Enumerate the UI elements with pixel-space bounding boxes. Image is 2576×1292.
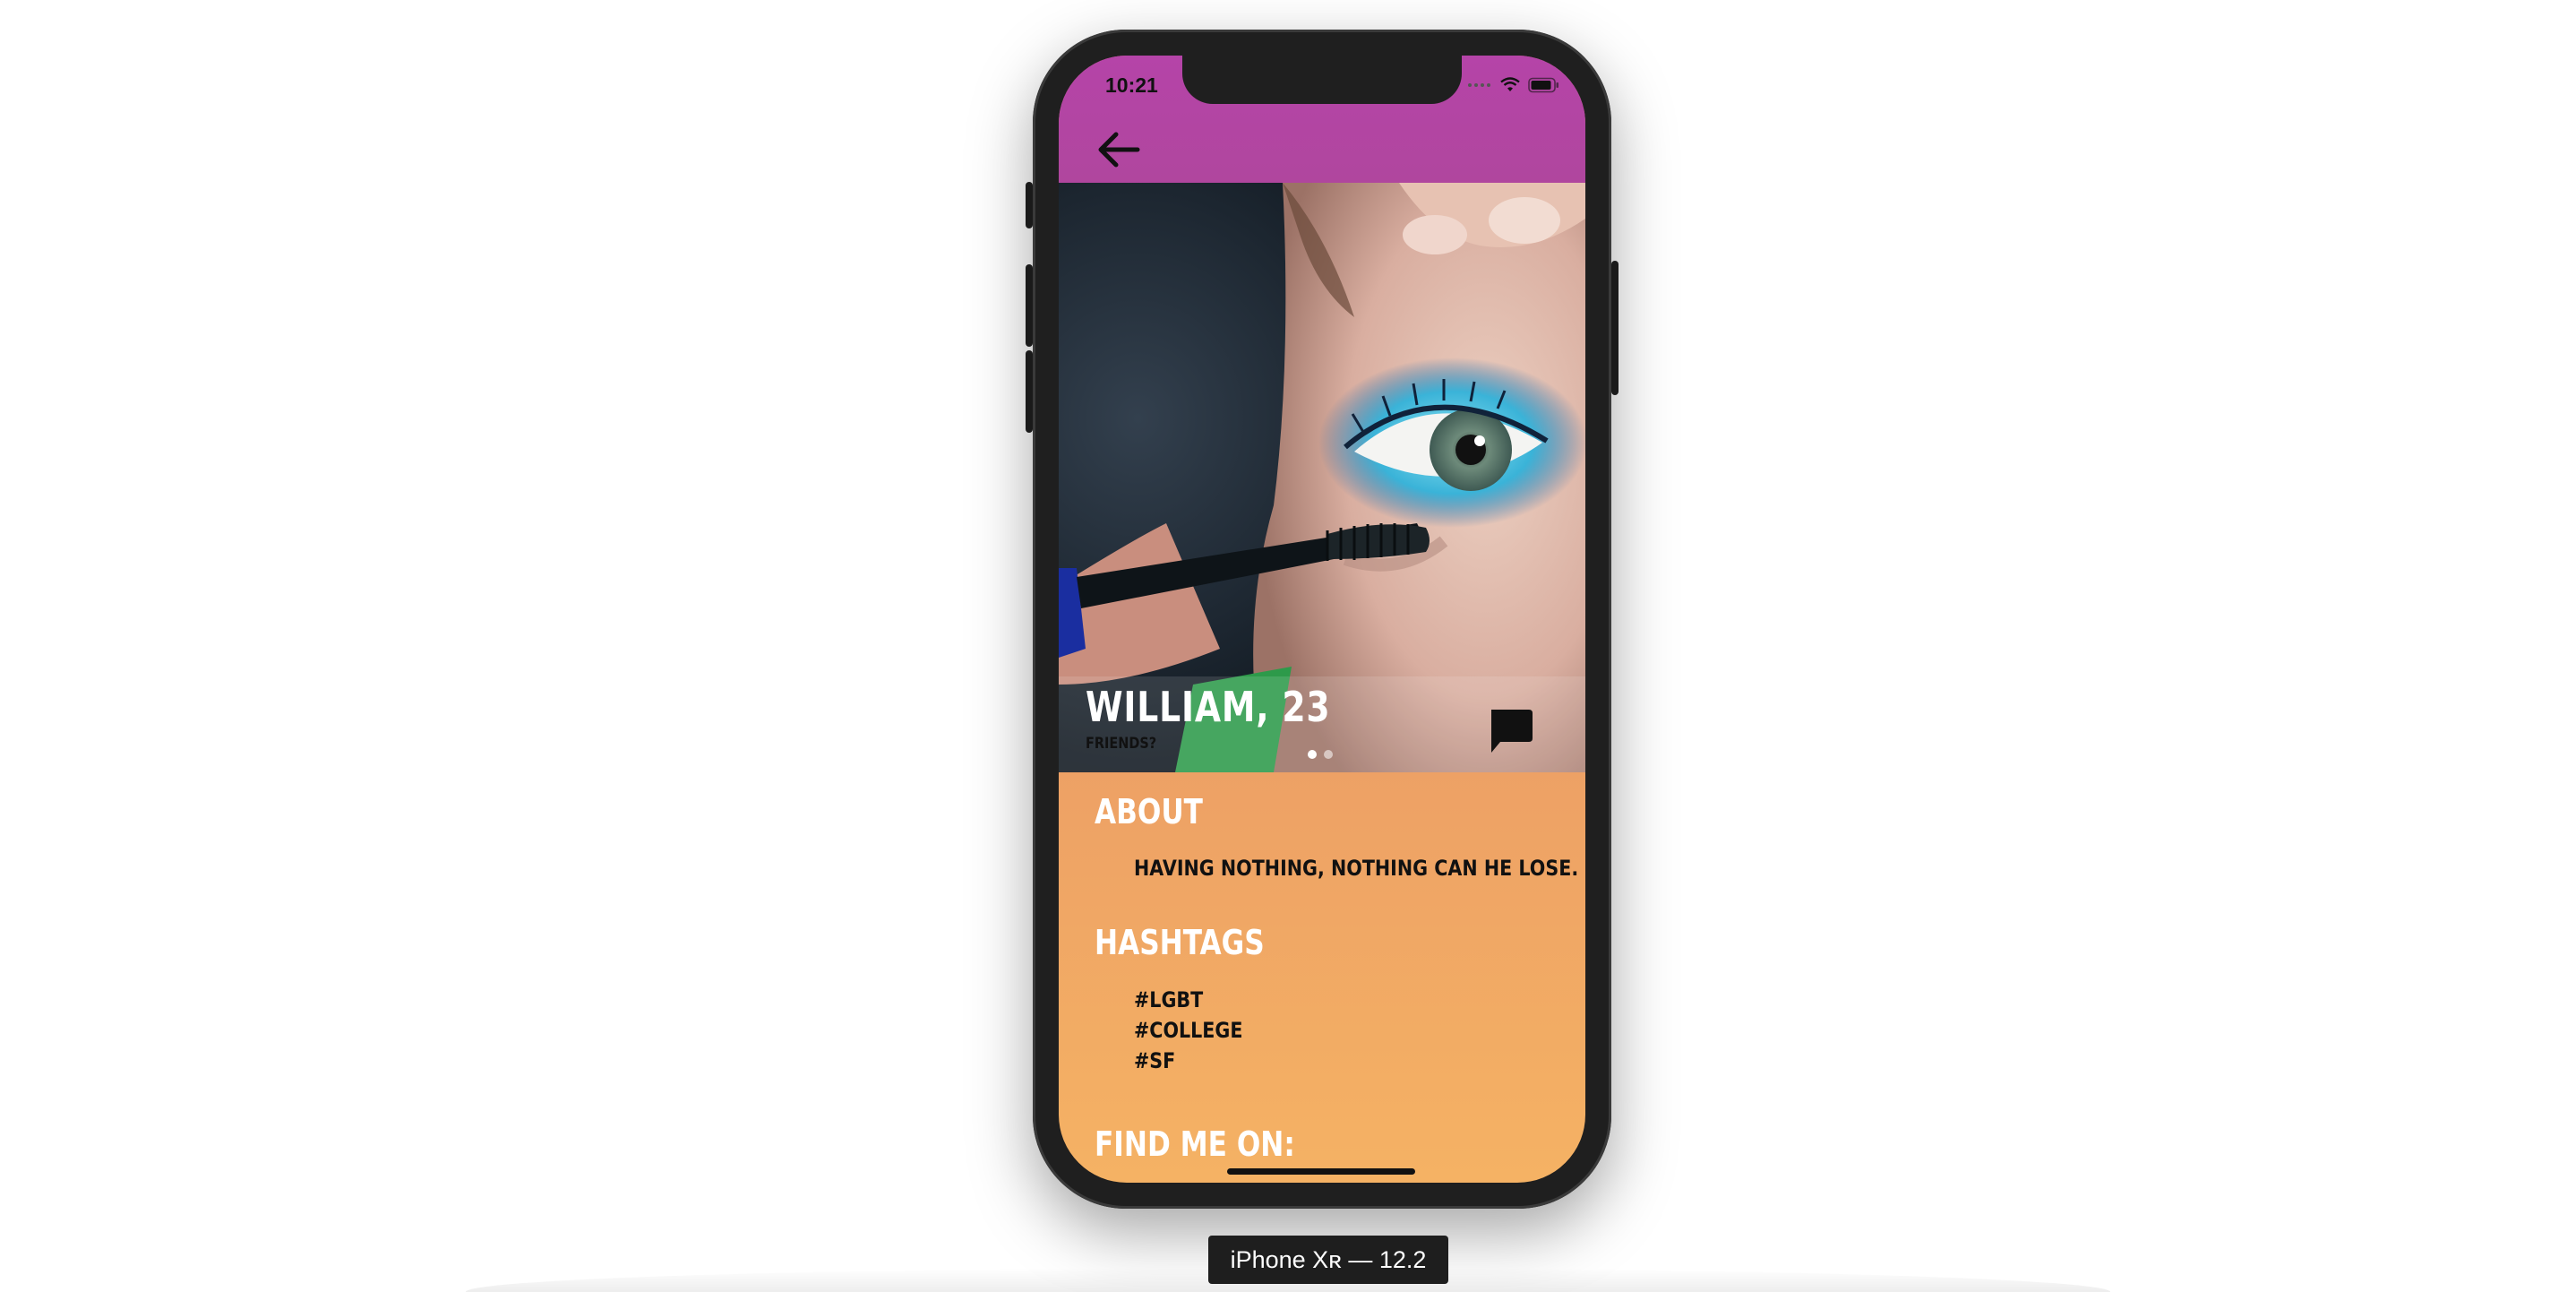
page-dot-2[interactable] xyxy=(1324,750,1333,759)
find-me-title: FIND ME ON: xyxy=(1095,1124,1295,1164)
about-title: ABOUT xyxy=(1095,792,1203,831)
mute-switch xyxy=(1026,182,1033,228)
hashtag-item[interactable]: #SF xyxy=(1134,1048,1175,1073)
profile-name: WILLIAM, 23 xyxy=(1086,683,1331,731)
app-screen: 10:21 WILLIAM, 23 FRIENDS? ABOUT HAVING … xyxy=(1059,56,1585,1183)
status-time: 10:21 xyxy=(1105,73,1158,97)
arrow-left-icon xyxy=(1098,132,1140,168)
chat-bubble-icon xyxy=(1491,710,1533,753)
volume-down-button xyxy=(1026,350,1033,433)
profile-status: FRIENDS? xyxy=(1086,735,1157,753)
hashtags-title: HASHTAGS xyxy=(1095,923,1265,962)
photo-page-indicator[interactable] xyxy=(1308,750,1333,759)
chat-button[interactable] xyxy=(1486,706,1534,754)
simulator-device-label: iPhone Xʀ — 12.2 xyxy=(1208,1236,1448,1284)
home-indicator[interactable] xyxy=(1227,1168,1415,1175)
wifi-icon xyxy=(1500,77,1520,91)
page-dot-1[interactable] xyxy=(1308,750,1317,759)
cellular-dots-icon xyxy=(1468,83,1490,87)
power-button xyxy=(1611,261,1619,395)
back-button[interactable] xyxy=(1095,125,1143,174)
hashtag-item[interactable]: #COLLEGE xyxy=(1134,1018,1242,1043)
device-notch xyxy=(1182,56,1462,104)
battery-icon xyxy=(1528,77,1558,93)
status-icons xyxy=(1467,77,1560,93)
volume-up-button xyxy=(1026,264,1033,347)
hashtag-item[interactable]: #LGBT xyxy=(1134,987,1203,1012)
about-text: HAVING NOTHING, NOTHING CAN HE LOSE. xyxy=(1134,856,1579,881)
